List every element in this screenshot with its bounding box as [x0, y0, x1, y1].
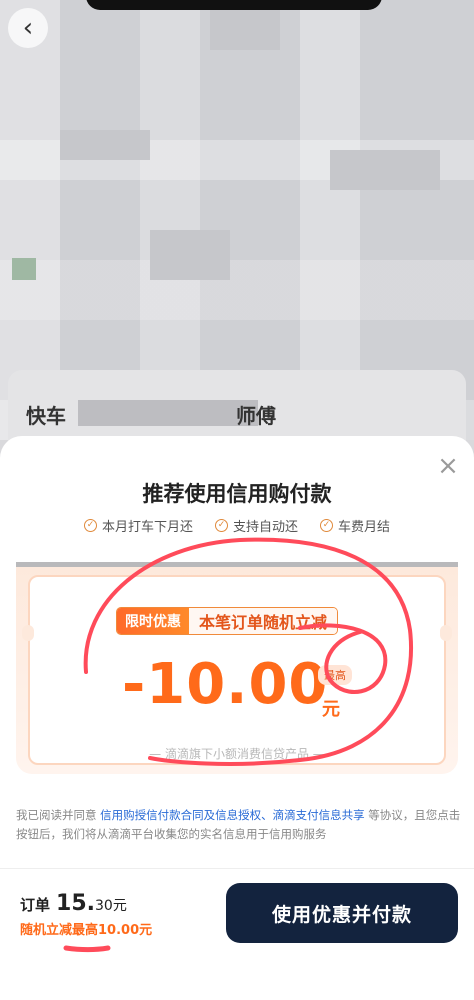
feature-label: 车费月结 — [338, 520, 391, 535]
driver-name-suffix: 师傅 — [236, 404, 276, 428]
discount-amount: -10.00 — [122, 652, 329, 717]
close-button[interactable]: × — [436, 451, 460, 481]
bottom-bar: 订单 15.30元 随机立减最高10.00元 使用优惠并付款 — [0, 868, 474, 1000]
map-block — [330, 150, 440, 190]
driver-name: 快车 师傅 — [26, 400, 276, 429]
map-block — [60, 130, 150, 160]
camera-notch — [86, 0, 382, 10]
order-total: 订单 15.30元 — [20, 891, 127, 916]
ticket-notch-right — [440, 625, 452, 641]
agreement-links[interactable]: 信用购授信付款合同及信息授权、滴滴支付信息共享 — [100, 808, 365, 822]
order-unit: 元 — [112, 898, 127, 914]
order-amount: 15.30元 — [56, 891, 127, 916]
ticket-notch-left — [22, 625, 34, 641]
max-badge: 最高 — [318, 665, 352, 685]
close-icon: × — [437, 451, 459, 481]
payment-sheet: × 推荐使用信用购付款 ✓ 本月打车下月还 ✓ 支持自动还 ✓ 车费月结 限时优… — [0, 436, 474, 868]
check-circle-icon: ✓ — [320, 519, 333, 532]
feature-item: ✓ 本月打车下月还 — [83, 516, 193, 535]
back-button[interactable]: ‹ — [8, 8, 48, 48]
random-discount-note: 随机立减最高10.00元 — [20, 923, 153, 938]
order-label: 订单 — [20, 896, 51, 914]
check-circle-icon: ✓ — [214, 519, 228, 532]
feature-item: ✓ 支持自动还 — [214, 516, 298, 535]
promo-ticket[interactable]: 限时优惠 本笔订单随机立减 -10.00 最高 元 — 滴滴旗下小额消费信贷产品… — [22, 575, 452, 765]
limited-offer-tag: 限时优惠 — [117, 608, 189, 634]
promo-banner: 限时优惠 本笔订单随机立减 — [116, 607, 339, 635]
product-note: — 滴滴旗下小额消费信贷产品 — — [149, 747, 325, 761]
pay-with-discount-button[interactable]: 使用优惠并付款 — [226, 883, 458, 943]
agreement-text: 我已阅读并同意 信用购授信付款合同及信息授权、滴滴支付信息共享 等协议，且您点击… — [16, 806, 462, 844]
agreement-prefix: 我已阅读并同意 — [16, 808, 101, 822]
discount-unit: 元 — [322, 699, 340, 720]
driver-name-prefix: 快车 — [26, 404, 66, 428]
map-block — [150, 230, 230, 280]
back-arrow-icon: ‹ — [22, 13, 34, 43]
feature-label: 本月打车下月还 — [101, 520, 193, 535]
order-amount-cents: 30 — [95, 898, 113, 914]
promo-text: 本笔订单随机立减 — [189, 608, 338, 634]
feature-label: 支持自动还 — [232, 520, 298, 535]
map-block — [210, 10, 280, 50]
map-park — [12, 258, 36, 280]
sheet-title: 推荐使用信用购付款 — [142, 482, 332, 506]
promo-ticket-frame: 限时优惠 本笔订单随机立减 -10.00 最高 元 — 滴滴旗下小额消费信贷产品… — [16, 562, 458, 774]
order-amount-int: 15. — [56, 891, 95, 916]
feature-list: ✓ 本月打车下月还 ✓ 支持自动还 ✓ 车费月结 — [0, 516, 474, 535]
check-circle-icon: ✓ — [83, 519, 97, 532]
feature-item: ✓ 车费月结 — [320, 516, 390, 535]
